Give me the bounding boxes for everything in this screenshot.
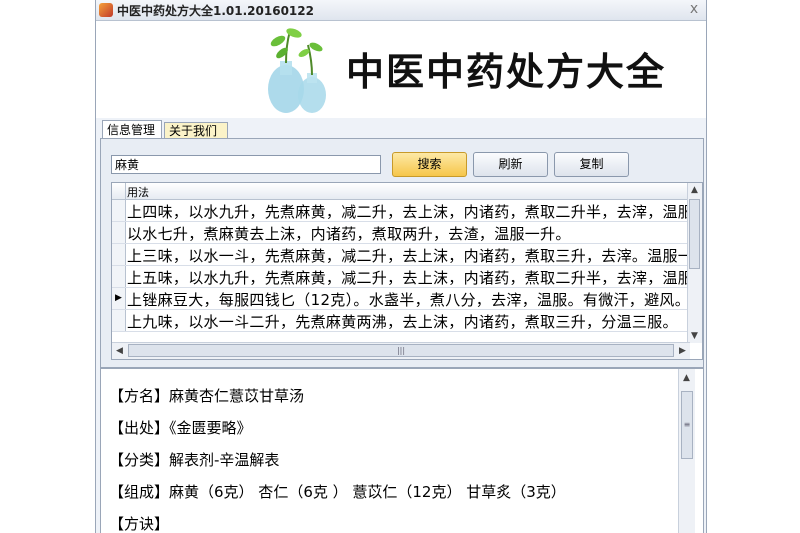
detail-source: 【出处】《金匮要略》 [109,419,252,437]
scroll-up-icon[interactable]: ▲ [688,183,701,197]
app-icon [99,3,113,17]
detail-category: 【分类】解表剂-辛温解表 [109,451,280,469]
usage-cell: 上三味，以水一斗，先煮麻黄，减二升，去上沫，内诸药，煮取三升，去滓。温服一升。 [127,247,690,265]
banner: 中医中药处方大全 [96,21,706,118]
scroll-thumb[interactable]: ||| [128,344,674,357]
table-row[interactable]: 上五味，以水九升，先煮麻黄，减二升，去上沫，内诸药，煮取二升半，去滓，温服八合。 [112,266,690,288]
window-title: 中医中药处方大全1.01.20160122 [117,4,314,18]
table-row[interactable]: 以水七升，煮麻黄去上沫，内诸药，煮取两升，去渣，温服一升。 [112,222,690,244]
column-header-usage[interactable]: 用法 [127,184,149,200]
info-panel: 搜索 刷新 复制 用法 上四味，以水九升，先煮麻黄，减二升，去上沫，内诸药，煮取… [100,138,704,368]
usage-cell: 上九味，以水一斗二升，先煮麻黄两沸，去上沫，内诸药，煮取三升，分温三服。 [127,313,678,331]
results-grid[interactable]: 用法 上四味，以水九升，先煮麻黄，减二升，去上沫，内诸药，煮取二升半，去滓，温服… [111,182,703,360]
tab-info-management[interactable]: 信息管理 [102,120,162,139]
table-row[interactable]: 上九味，以水一斗二升，先煮麻黄两沸，去上沫，内诸药，煮取三升，分温三服。 [112,310,690,332]
grid-rows: 上四味，以水九升，先煮麻黄，减二升，去上沫，内诸药，煮取二升半，去滓，温服八合。… [112,200,690,332]
detail-composition: 【组成】麻黄（6克） 杏仁（6克 ） 薏苡仁（12克） 甘草炙（3克） [109,483,566,501]
plant-vase-icon [268,28,326,113]
row-header[interactable] [112,310,126,331]
search-input[interactable] [111,155,381,174]
grid-horizontal-scrollbar[interactable]: ◀ ||| ▶ [112,342,690,359]
search-button[interactable]: 搜索 [392,152,467,177]
usage-cell: 上锉麻豆大，每服四钱匕（12克）。水盏半，煮八分，去滓，温服。有微汗，避风。 [127,291,690,309]
row-header[interactable] [112,200,126,221]
usage-cell: 上四味，以水九升，先煮麻黄，减二升，去上沫，内诸药，煮取二升半，去滓，温服八合。 [127,203,690,221]
table-row[interactable]: 上三味，以水一斗，先煮麻黄，减二升，去上沫，内诸药，煮取三升，去滓。温服一升。 [112,244,690,266]
copy-button[interactable]: 复制 [554,152,629,177]
usage-cell: 上五味，以水九升，先煮麻黄，减二升，去上沫，内诸药，煮取二升半，去滓，温服八合。 [127,269,690,287]
scroll-left-icon[interactable]: ◀ [113,344,126,358]
scroll-thumb[interactable]: ≡ [681,391,693,459]
refresh-button[interactable]: 刷新 [473,152,548,177]
table-row-current[interactable]: ▶ 上锉麻豆大，每服四钱匕（12克）。水盏半，煮八分，去滓，温服。有微汗，避风。 [112,288,690,310]
title-bar[interactable]: 中医中药处方大全1.01.20160122 x [96,0,706,21]
detail-prescription-name: 【方名】麻黄杏仁薏苡甘草汤 [109,387,305,405]
usage-cell: 以水七升，煮麻黄去上沫，内诸药，煮取两升，去渣，温服一升。 [127,225,571,243]
grid-header: 用法 [112,183,690,200]
close-button[interactable]: x [686,0,702,18]
app-window: 中医中药处方大全1.01.20160122 x 中医中药处方大全 信息管理 关于… [95,0,707,533]
row-header[interactable] [112,222,126,243]
logo-text: 中医中药处方大全 [346,50,667,94]
detail-formula-verse: 【方诀】 [109,515,170,533]
table-row[interactable]: 上四味，以水九升，先煮麻黄，减二升，去上沫，内诸药，煮取二升半，去滓，温服八合。 [112,200,690,222]
detail-panel[interactable]: 【方名】麻黄杏仁薏苡甘草汤 【出处】《金匮要略》 【分类】解表剂-辛温解表 【组… [100,368,704,533]
detail-vertical-scrollbar[interactable]: ▲ ≡ [678,369,695,533]
grid-vertical-scrollbar[interactable]: ▲ ▼ [687,183,702,343]
scroll-down-icon[interactable]: ▼ [688,329,701,343]
row-header[interactable] [112,244,126,265]
current-row-indicator-icon[interactable]: ▶ [112,288,126,309]
row-header[interactable] [112,266,126,287]
scroll-right-icon[interactable]: ▶ [676,344,689,358]
scroll-up-icon[interactable]: ▲ [680,371,693,385]
grid-corner [112,183,126,199]
tab-about-us[interactable]: 关于我们 [164,122,228,138]
scroll-thumb[interactable] [689,199,700,269]
